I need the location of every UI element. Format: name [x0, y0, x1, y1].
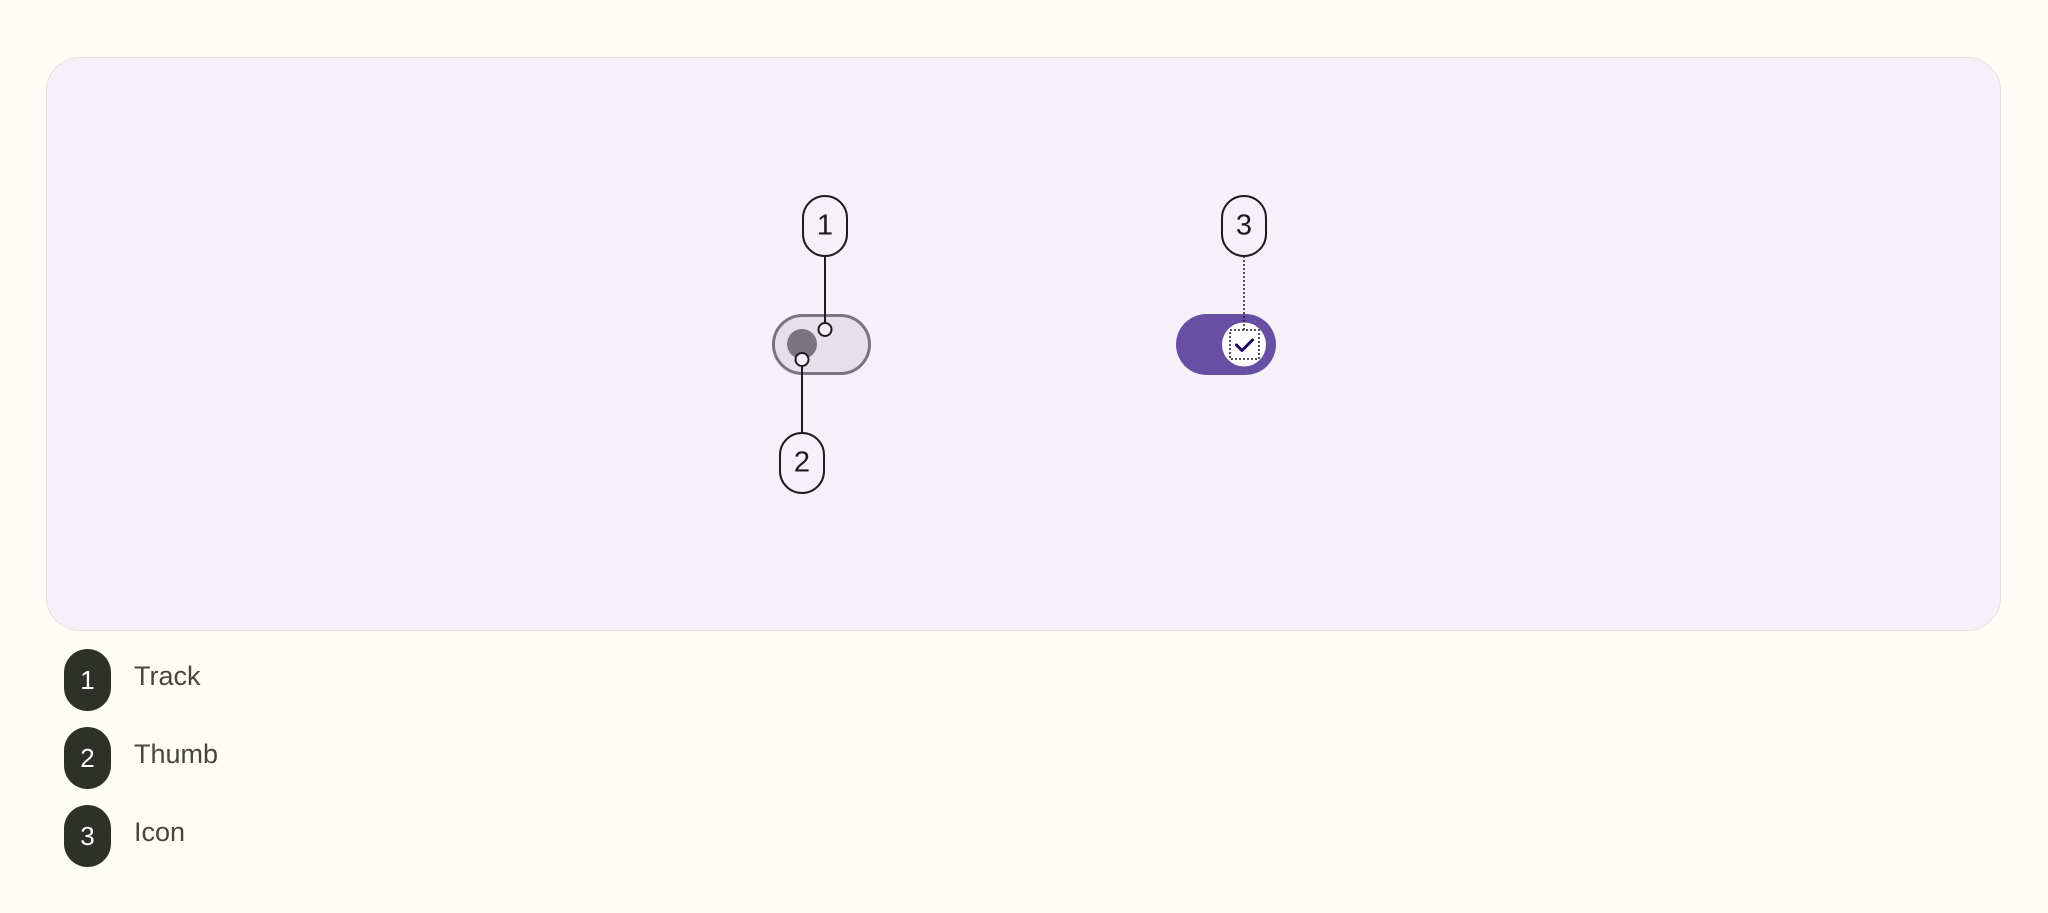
callout-number: 2: [794, 447, 810, 479]
legend-number-badge: 1: [64, 649, 111, 711]
legend-label: Track: [134, 660, 201, 691]
callout-icon: 3: [1221, 195, 1267, 330]
legend-item-track: 1 Track: [64, 649, 218, 711]
legend-item-thumb: 2 Thumb: [64, 727, 218, 789]
callout-anchor-dot: [817, 322, 833, 337]
legend-number-badge: 2: [64, 727, 111, 789]
legend-item-icon: 3 Icon: [64, 805, 218, 867]
callout-number: 1: [817, 210, 833, 242]
switch-anatomy-diagram: 1 2 3: [772, 195, 1276, 494]
legend-number-badge: 3: [64, 805, 111, 867]
switch-selected: [1176, 314, 1276, 375]
callout-number: 3: [1236, 210, 1252, 242]
callout-anchor-dot: [794, 352, 810, 367]
legend-label: Icon: [134, 816, 186, 847]
legend-label: Thumb: [134, 738, 219, 769]
legend: 1 Track 2 Thumb 3 Icon: [64, 649, 218, 883]
